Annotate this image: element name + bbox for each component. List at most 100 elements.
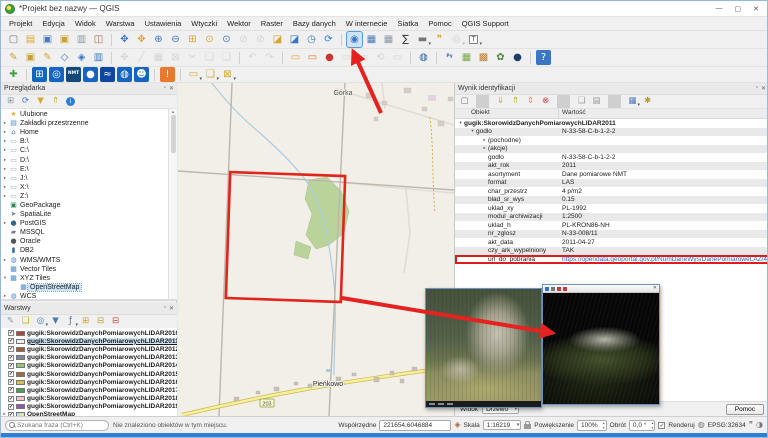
layer-visibility-checkbox[interactable]: ✓ (8, 362, 14, 369)
expand-all-icon[interactable]: ⊞ (79, 315, 92, 328)
sep[interactable] (180, 68, 181, 81)
change-label-icon[interactable]: ▭ (390, 50, 405, 65)
browser-properties-icon[interactable]: i (64, 95, 77, 108)
identify-row[interactable]: ▸ (pochodne) (455, 136, 767, 145)
browser-collapse-icon[interactable]: ⇑ (49, 95, 62, 108)
layer-item-lidar2017[interactable]: ✓ gugik:SkorowidzDanychPomiarowychLIDAR2… (1, 386, 177, 394)
layer-visibility-checkbox[interactable]: ✓ (8, 387, 14, 394)
new-print-layout-icon[interactable]: ▥ (74, 32, 89, 47)
grass-tools-icon[interactable]: ✿ (493, 50, 508, 65)
browser-item-drive-e[interactable]: ▸ ▭ E:\ (1, 165, 168, 174)
menu-item[interactable]: Raster (256, 19, 288, 28)
remove-layer-icon[interactable]: ⊟ (109, 315, 122, 328)
zoom-full-icon[interactable]: ⊞ (185, 32, 200, 47)
split-features-icon[interactable]: ╱ (134, 50, 149, 65)
zoom-last-icon[interactable]: ⊘ (236, 32, 251, 47)
layer-item-lidar2012[interactable]: ✓ gugik:SkorowidzDanychPomiarowychLIDAR2… (1, 345, 177, 353)
zoom-in-icon[interactable]: ⊕ (151, 32, 166, 47)
panel-close-icon[interactable]: ✕ (169, 85, 174, 92)
paste-features-icon[interactable]: ❏ (219, 50, 234, 65)
sep[interactable] (608, 95, 621, 108)
browser-item-drive-x[interactable]: ▸ ▭ X:\ (1, 183, 168, 192)
help-button[interactable]: Pomoc (725, 403, 764, 415)
plugin-nmpt-icon[interactable]: ≈ (100, 67, 115, 82)
filter-legend-icon[interactable]: ▼ (49, 315, 62, 328)
browser-item-mssql[interactable]: ▰ MSSQL (1, 228, 168, 237)
layer-visibility-checkbox[interactable]: ✓ (8, 346, 14, 353)
identify-settings-icon[interactable]: ✱ (641, 95, 654, 108)
browser-item-bookmarks[interactable]: ▸ ▤ Zakładki przestrzenne (1, 119, 168, 128)
layer-item-lidar2014[interactable]: ✓ gugik:SkorowidzDanychPomiarowychLIDAR2… (1, 362, 177, 370)
maximize-button[interactable]: ▢ (735, 5, 742, 13)
text-annotation-icon[interactable]: T ▾ (466, 32, 482, 47)
window-tool-icon[interactable] (551, 286, 555, 291)
panel-float-icon[interactable]: ▫ (164, 305, 166, 312)
identify-row[interactable]: url_do_pobrania https://opendata.geoport… (455, 255, 767, 264)
layer-styling-icon[interactable]: ✎ (4, 315, 17, 328)
search-input[interactable] (17, 421, 105, 429)
close-icon[interactable]: ✕ (653, 286, 657, 291)
identify-mode-icon[interactable]: ▦ ▾ (626, 95, 640, 108)
sep[interactable] (476, 95, 489, 108)
render-checkbox[interactable]: ✓ (658, 421, 666, 429)
window-menu-icon[interactable] (545, 286, 549, 291)
layer-visibility-checkbox[interactable]: ✓ (8, 330, 14, 337)
lock-scale-icon[interactable] (524, 421, 532, 429)
menu-item[interactable]: Projekt (4, 19, 37, 28)
identify-row[interactable]: format LAS (455, 178, 767, 187)
layer-item-lidar2010[interactable]: ✓ gugik:SkorowidzDanychPomiarowychLIDAR2… (1, 329, 177, 337)
multiedit-icon[interactable]: ▥ (91, 50, 106, 65)
window-tool-icon[interactable] (557, 286, 561, 291)
identify-print-icon[interactable]: ▤ (590, 95, 603, 108)
invert-selection-icon[interactable]: ❏ ▾ (203, 67, 219, 82)
minimize-button[interactable]: — (716, 5, 723, 13)
coordinates-value[interactable]: 221654,6046884 (379, 419, 452, 431)
plugin-sphere-icon[interactable]: ● (83, 67, 98, 82)
zoom-out-icon[interactable]: ⊖ (168, 32, 183, 47)
browser-add-layer-icon[interactable]: ⊞ (4, 95, 17, 108)
sep[interactable] (111, 51, 112, 64)
temporal-controller-icon[interactable]: ◷ (304, 32, 319, 47)
menu-item[interactable]: QGIS Support (457, 19, 514, 28)
rotation-value[interactable]: 0,0 ° (628, 419, 656, 431)
plugin-globe-icon[interactable]: ◍ (117, 67, 132, 82)
browser-item-drive-d[interactable]: ▸ ▭ D:\ (1, 155, 168, 164)
sep[interactable] (557, 95, 570, 108)
identify-row[interactable]: akt_rok 2011 (455, 161, 767, 170)
zoom-next-icon[interactable]: ⊘ (253, 32, 268, 47)
plugin-map-2-icon[interactable]: ▩ (476, 50, 491, 65)
pointcloud-3d-window[interactable]: ✕ (542, 284, 660, 405)
save-project-icon[interactable]: ▣ (40, 32, 55, 47)
browser-item-postgis[interactable]: ▸ ● PostGIS (1, 219, 168, 228)
crs-globe-icon[interactable]: ◍ (698, 421, 705, 429)
menu-item[interactable]: W internecie (341, 19, 393, 28)
sep[interactable] (410, 51, 411, 64)
layer-visibility-checkbox[interactable]: ✓ (8, 411, 14, 416)
undo-icon[interactable]: ↶ (245, 50, 260, 65)
identify-row[interactable]: ▾ gugik:SkorowidzDanychPomiarowychLIDAR2… (455, 119, 767, 128)
zoom-to-layer-icon[interactable]: ⊙ (219, 32, 234, 47)
layer-item-openstreetmap[interactable]: ▸ ✓ OpenStreetMap (1, 411, 177, 416)
statistics-icon[interactable]: ∑ (398, 32, 413, 47)
browser-scrollbar[interactable]: ▲ (168, 109, 177, 299)
browser-item-db2[interactable]: ▮ DB2 (1, 246, 168, 255)
plugin-target-icon[interactable]: ◎ (49, 67, 64, 82)
sep[interactable] (530, 51, 531, 64)
ortho-preview-window[interactable] (425, 288, 542, 408)
layer-item-lidar2011[interactable]: ✓ gugik:SkorowidzDanychPomiarowychLIDAR2… (1, 337, 177, 345)
layer-visibility-checkbox[interactable]: ✓ (8, 403, 14, 410)
sep[interactable] (26, 68, 27, 81)
panel-float-icon[interactable]: ▫ (756, 85, 758, 92)
identify-copy-feature-icon[interactable]: ❏ (575, 95, 588, 108)
scale-select[interactable]: 1:16219 (482, 420, 522, 430)
menu-item[interactable]: Siatka (392, 19, 423, 28)
map-tips-icon[interactable]: ❞ (432, 32, 447, 47)
layer-item-lidar2015[interactable]: ✓ gugik:SkorowidzDanychPomiarowychLIDAR2… (1, 370, 177, 378)
modify-attributes-icon[interactable]: ▦ (151, 50, 166, 65)
plugin-user-icon[interactable]: ☻ (134, 67, 149, 82)
metasearch-icon[interactable]: ◍ (416, 50, 431, 65)
panel-close-icon[interactable]: ✕ (169, 305, 174, 312)
layer-labeling-icon[interactable]: ▭ (288, 50, 303, 65)
new-bookmark-icon[interactable]: ◪ (270, 32, 285, 47)
deselect-all-icon[interactable]: ⊠ ▾ (220, 67, 236, 82)
